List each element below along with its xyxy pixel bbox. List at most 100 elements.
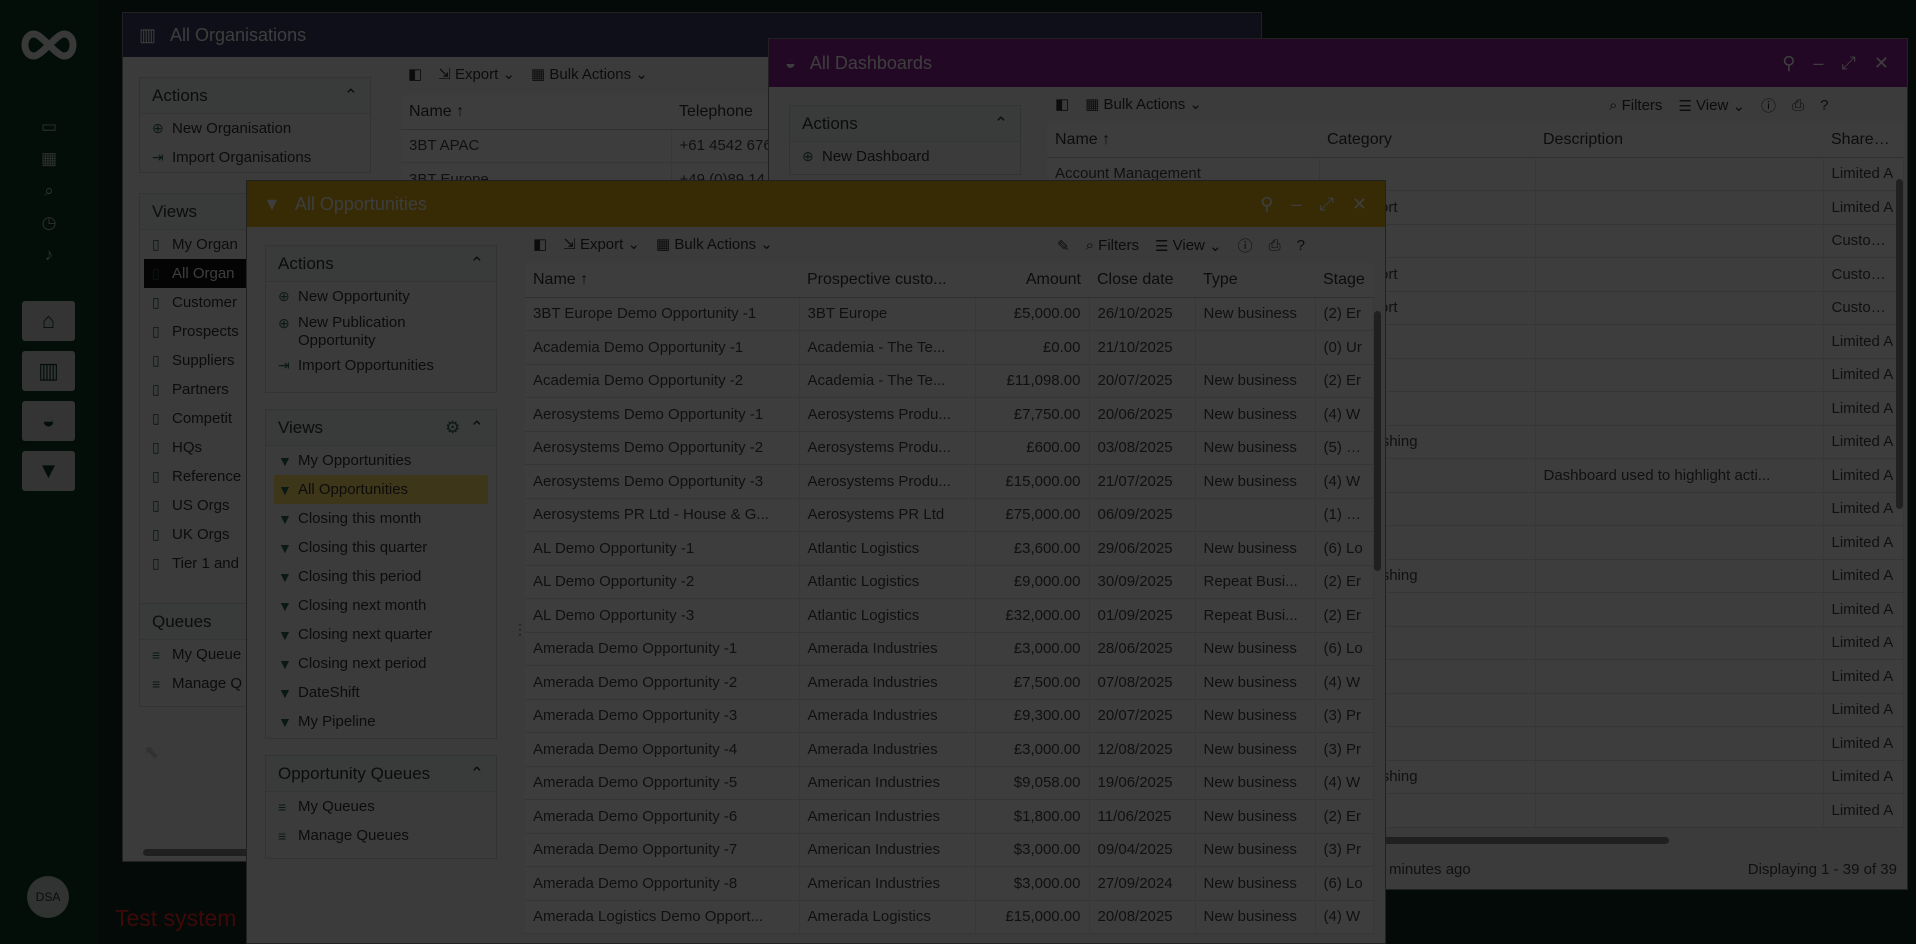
chevron-up-icon[interactable]: ⌃ <box>470 418 484 437</box>
column-header-name[interactable]: Name ↑ <box>525 263 799 298</box>
filter-icon[interactable]: ▼ <box>22 451 75 491</box>
filters-button[interactable]: ⌕ Filters <box>1086 237 1139 254</box>
opportunities-titlebar[interactable]: ▼ All Opportunities ⚲ – ⤢ ✕ <box>247 181 1385 227</box>
horizontal-scrollbar[interactable] <box>1369 837 1669 844</box>
view-button[interactable]: ☰ View ⌄ <box>1678 97 1745 115</box>
table-row[interactable]: Academia Demo Opportunity -2 Academia - T… <box>525 364 1374 398</box>
table-row[interactable]: AL Demo Opportunity -3 Atlantic Logistics… <box>525 598 1374 633</box>
chevron-up-icon[interactable]: ⌃ <box>994 114 1008 134</box>
view-item[interactable]: ▼ Closing next period <box>266 649 496 678</box>
new-dashboard-link[interactable]: ⊕ New Dashboard <box>790 142 1020 171</box>
export-button[interactable]: ⇲ Export ⌄ <box>438 65 515 84</box>
table-row[interactable]: AL Demo Opportunity -2 Atlantic Logistics… <box>525 565 1374 599</box>
app-logo-icon[interactable] <box>18 26 80 64</box>
table-row[interactable]: Amerada Demo Opportunity -8 American Indu… <box>525 866 1374 901</box>
new-opportunity-link[interactable]: ⊕ New Opportunity <box>266 282 496 311</box>
table-row[interactable]: Amerada Demo Opportunity -2 Amerada Indus… <box>525 665 1374 700</box>
table-row[interactable]: Amerada Logistics Demo Opport... Amerada … <box>525 900 1374 934</box>
table-row[interactable]: 3BT Europe Demo Opportunity -1 3BT Europe… <box>525 297 1374 331</box>
clock-icon[interactable]: ◷ <box>38 212 60 234</box>
help-icon[interactable]: ? <box>1297 237 1305 254</box>
view-button[interactable]: ☰ View ⌄ <box>1155 237 1222 255</box>
view-item[interactable]: ▼ Closing this period <box>266 562 496 591</box>
bulk-actions-button[interactable]: ▦ Bulk Actions ⌄ <box>531 65 648 84</box>
minimize-icon[interactable]: – <box>1813 53 1823 74</box>
print-icon[interactable]: ⎙ <box>1269 237 1281 254</box>
gear-icon[interactable]: ⚙ <box>445 418 460 437</box>
new-publication-opportunity-link[interactable]: ⊕ New Publication Opportunity <box>266 311 496 351</box>
column-header-name[interactable]: Name ↑ <box>401 95 671 130</box>
print-icon[interactable]: ⎙ <box>1792 97 1804 114</box>
info-icon[interactable]: ⓘ <box>1238 235 1253 256</box>
pin-icon[interactable]: ⚲ <box>1260 194 1273 215</box>
dashboards-titlebar[interactable]: ◒ All Dashboards ⚲ – ⤢ ✕ <box>769 39 1907 87</box>
table-row[interactable]: Amerada Demo Opportunity -5 American Indu… <box>525 766 1374 800</box>
grid-icon[interactable]: ▦ <box>38 148 60 170</box>
dashboard-icon[interactable]: ◒ <box>22 401 75 441</box>
view-item[interactable]: ▼ My Opportunities <box>266 446 496 475</box>
table-row[interactable]: Amerada Demo Opportunity -4 Amerada Indus… <box>525 732 1374 767</box>
import-organisations-link[interactable]: ⇥ Import Organisations <box>140 143 370 172</box>
panel-title: Actions <box>152 85 208 105</box>
view-item[interactable]: ▼ My Pipeline <box>266 707 496 736</box>
inbox-icon[interactable]: ▭ <box>38 116 60 138</box>
manage-queues-link[interactable]: ≡ Manage Queues <box>266 821 496 850</box>
column-header-prospective-customer[interactable]: Prospective custo... <box>799 263 975 298</box>
table-row[interactable]: AL Demo Opportunity -1 Atlantic Logistics… <box>525 531 1374 566</box>
vertical-scrollbar[interactable] <box>1896 179 1903 509</box>
column-header-description[interactable]: Description <box>1535 123 1823 158</box>
new-organisation-link[interactable]: ⊕ New Organisation <box>140 114 370 143</box>
table-row[interactable]: Amerada Demo Opportunity -6 American Indu… <box>525 799 1374 834</box>
info-icon[interactable]: ⓘ <box>1761 95 1776 116</box>
column-header-category[interactable]: Category <box>1319 123 1535 158</box>
building-icon[interactable]: ▥ <box>22 351 75 391</box>
vertical-scrollbar[interactable] <box>1374 311 1381 571</box>
help-icon[interactable]: ? <box>1820 97 1828 114</box>
horizontal-scrollbar[interactable] <box>143 849 253 856</box>
bulk-actions-button[interactable]: ▦ Bulk Actions ⌄ <box>656 235 773 254</box>
view-item[interactable]: ▼ Closing next month <box>266 591 496 620</box>
panel-toggle-icon[interactable]: ◧ <box>408 65 422 83</box>
panel-toggle-icon[interactable]: ◧ <box>533 235 547 253</box>
import-icon: ⇥ <box>278 357 290 373</box>
table-row[interactable]: Amerada Demo Opportunity -3 Amerada Indus… <box>525 699 1374 733</box>
table-row[interactable]: Aerosystems Demo Opportunity -1 Aerosyste… <box>525 397 1374 432</box>
column-header-amount[interactable]: Amount <box>975 263 1089 298</box>
column-header-name[interactable]: Name ↑ <box>1047 123 1319 158</box>
close-icon[interactable]: ✕ <box>1352 194 1367 215</box>
column-header-shared-with[interactable]: Shared wit <box>1823 123 1903 158</box>
maximize-icon[interactable]: ⤢ <box>1320 194 1334 215</box>
column-header-stage[interactable]: Stage <box>1315 263 1373 298</box>
table-row[interactable]: Aerosystems Demo Opportunity -3 Aerosyste… <box>525 464 1374 499</box>
chevron-up-icon[interactable]: ⌃ <box>470 254 484 274</box>
import-opportunities-link[interactable]: ⇥ Import Opportunities <box>266 351 496 380</box>
filters-button[interactable]: ⌕ Filters <box>1609 97 1662 114</box>
view-item[interactable]: ▼ Closing this month <box>266 504 496 533</box>
column-header-type[interactable]: Type <box>1195 263 1315 298</box>
view-item[interactable]: ▼ All Opportunities <box>274 475 488 504</box>
bulk-actions-button[interactable]: ▦ Bulk Actions ⌄ <box>1085 95 1202 114</box>
table-row[interactable]: Aerosystems PR Ltd - House & G... Aerosys… <box>525 498 1374 532</box>
bell-icon[interactable]: ♪ <box>38 244 60 266</box>
home-icon[interactable]: ⌂ <box>22 301 75 341</box>
chevron-up-icon[interactable]: ⌃ <box>344 86 358 106</box>
avatar[interactable]: DSA <box>27 876 69 918</box>
close-icon[interactable]: ✕ <box>1874 53 1889 74</box>
export-button[interactable]: ⇲ Export ⌄ <box>563 235 640 254</box>
minimize-icon[interactable]: – <box>1291 194 1301 215</box>
maximize-icon[interactable]: ⤢ <box>1842 53 1856 74</box>
column-header-close-date[interactable]: Close date <box>1089 263 1195 298</box>
my-queues-link[interactable]: ≡ My Queues <box>266 792 496 821</box>
edit-icon[interactable]: ✎ <box>1057 237 1070 255</box>
search-icon[interactable]: ⌕ <box>38 180 60 202</box>
panel-toggle-icon[interactable]: ◧ <box>1055 95 1069 113</box>
view-item[interactable]: ▼ Closing next quarter <box>266 620 496 649</box>
pin-icon[interactable]: ⚲ <box>1782 53 1795 74</box>
table-row[interactable]: Aerosystems Demo Opportunity -2 Aerosyste… <box>525 431 1374 465</box>
chevron-up-icon[interactable]: ⌃ <box>470 764 484 784</box>
table-row[interactable]: Amerada Demo Opportunity -7 American Indu… <box>525 833 1374 867</box>
view-item[interactable]: ▼ Closing this quarter <box>266 533 496 562</box>
table-row[interactable]: Academia Demo Opportunity -1 Academia - T… <box>525 330 1374 365</box>
table-row[interactable]: Amerada Demo Opportunity -1 Amerada Indus… <box>525 632 1374 666</box>
view-item[interactable]: ▼ DateShift <box>266 678 496 707</box>
